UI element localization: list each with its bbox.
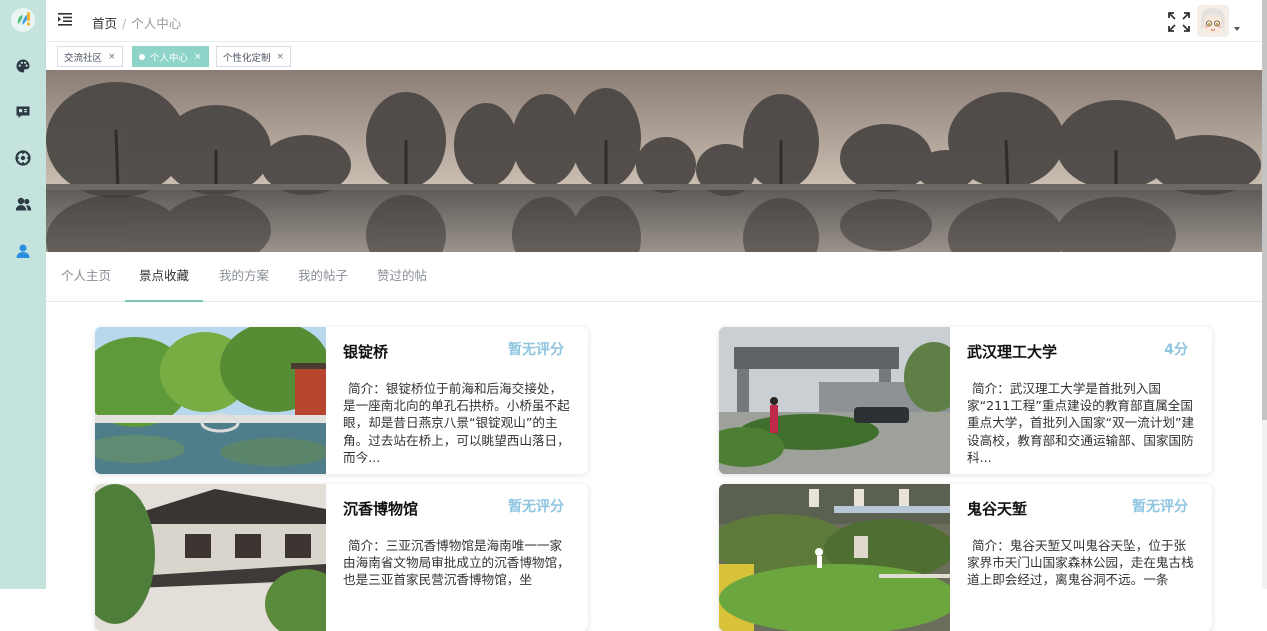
breadcrumb: 首页 / 个人中心 [92,13,181,32]
tab-my-posts[interactable]: 我的帖子 [298,252,348,302]
nav-chat[interactable] [0,95,46,129]
close-icon[interactable]: × [194,52,202,62]
profile-banner [46,70,1262,252]
tag-personal-center[interactable]: 个人中心 × [132,46,209,67]
scrollbar[interactable] [1262,0,1267,589]
nav-compass[interactable] [0,141,46,175]
spot-score: 暂无评分 [1132,499,1188,515]
palette-icon [16,59,30,73]
spot-description: 简介：银锭桥位于前海和后海交接处，是一座南北向的单孔石拱桥。小桥虽不起眼，却是昔… [343,381,570,465]
tab-homepage[interactable]: 个人主页 [61,252,111,302]
tag-label: 个性化定制 [223,52,271,64]
spot-score: 4分 [1164,342,1188,358]
compass-icon [15,150,31,166]
spot-title: 武汉理工大学 [967,343,1058,361]
spot-image [719,327,950,474]
tab-my-plans[interactable]: 我的方案 [219,252,269,302]
tag-label: 交流社区 [64,52,103,64]
spot-card[interactable]: 沉香博物馆 暂无评分 简介：三亚沉香博物馆是海南唯一一家由海南省文物局审批成立的… [95,484,588,631]
avatar[interactable] [1197,5,1229,37]
spot-image [95,484,326,631]
spot-title: 银锭桥 [343,343,389,361]
spot-title: 鬼谷天堑 [967,500,1028,518]
close-icon[interactable]: × [108,52,116,62]
tag-label: 个人中心 [150,52,189,64]
users-icon [15,197,31,211]
sidebar [0,0,46,589]
tab-liked-posts[interactable]: 赞过的帖 [377,252,427,302]
breadcrumb-separator: / [122,16,127,31]
chevron-down-icon[interactable] [1234,27,1240,31]
spot-card[interactable]: 银锭桥 暂无评分 简介：银锭桥位于前海和后海交接处，是一座南北向的单孔石拱桥。小… [95,327,588,474]
tags-view: 交流社区 × 个人中心 × 个性化定制 × [46,42,1262,70]
tag-community[interactable]: 交流社区 × [57,46,123,67]
spot-description: 简介：三亚沉香博物馆是海南唯一一家由海南省文物局审批成立的沉香博物馆，也是三亚首… [343,538,570,588]
spot-score: 暂无评分 [508,342,564,358]
breadcrumb-current: 个人中心 [131,16,182,31]
spot-card[interactable]: 鬼谷天堑 暂无评分 简介：鬼谷天堑又叫鬼谷天坠，位于张家界市天门山国家森林公园，… [719,484,1212,631]
menu-toggle-icon[interactable] [58,12,72,26]
tag-customization[interactable]: 个性化定制 × [216,46,292,67]
spot-image [95,327,326,474]
nav-palette[interactable] [0,49,46,83]
spot-description: 简介：武汉理工大学是首批列入国家“211工程”重点建设的教育部直属全国重点大学，… [967,381,1195,465]
nav-users[interactable] [0,187,46,221]
logo-icon[interactable] [11,8,35,32]
profile-tabs: 个人主页 景点收藏 我的方案 我的帖子 赞过的帖 [46,252,1262,302]
spot-image [719,484,950,631]
chat-icon [16,106,30,118]
spot-card[interactable]: 武汉理工大学 4分 简介：武汉理工大学是首批列入国家“211工程”重点建设的教育… [719,327,1212,474]
top-navbar: 首页 / 个人中心 [46,0,1262,42]
nav-user[interactable] [0,234,46,268]
breadcrumb-home[interactable]: 首页 [92,16,117,31]
active-dot-icon [139,53,145,60]
fullscreen-icon[interactable] [1168,12,1190,32]
close-icon[interactable]: × [277,52,285,62]
spot-description: 简介：鬼谷天堑又叫鬼谷天坠，位于张家界市天门山国家森林公园，走在鬼古栈道上即会经… [967,538,1194,588]
scrollbar-thumb[interactable] [1262,0,1267,420]
spot-title: 沉香博物馆 [343,500,419,518]
tab-favorite-spots[interactable]: 景点收藏 [125,252,203,302]
user-icon [16,244,30,258]
spot-score: 暂无评分 [508,499,564,515]
